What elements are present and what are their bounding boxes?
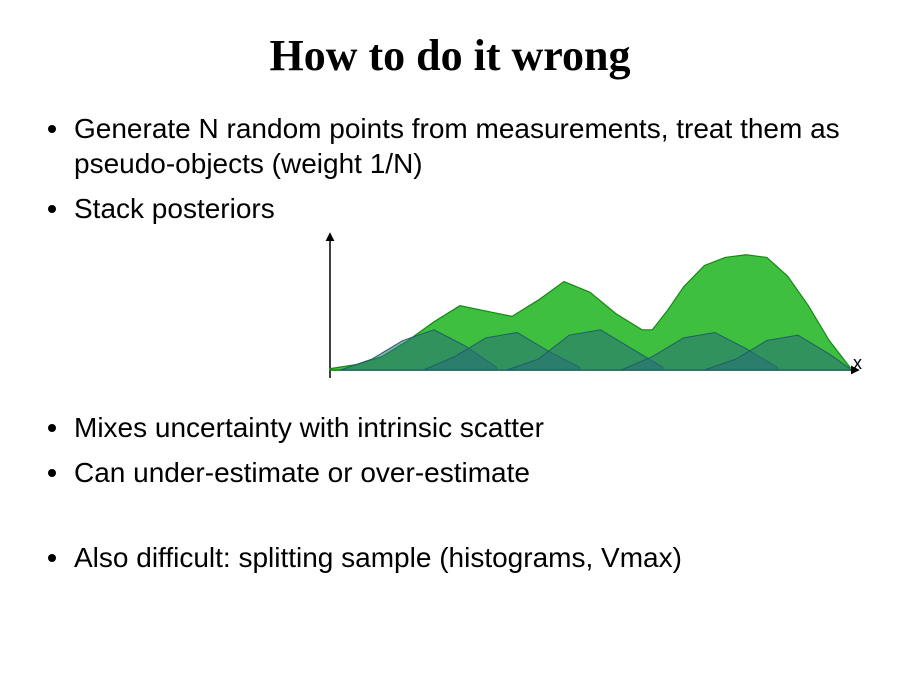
bullet-item: Mixes uncertainty with intrinsic scatter <box>40 410 860 445</box>
slide: How to do it wrong Generate N random poi… <box>0 0 900 675</box>
bullet-item: Can under-estimate or over-estimate <box>40 455 860 490</box>
chart-svg <box>300 230 860 400</box>
spacer <box>40 500 860 530</box>
bullet-list: Generate N random points from measuremen… <box>40 111 860 226</box>
bullet-item: Stack posteriors <box>40 191 860 226</box>
x-axis-label: x <box>853 353 862 374</box>
slide-title: How to do it wrong <box>40 30 860 81</box>
bullet-item: Generate N random points from measuremen… <box>40 111 860 181</box>
bullet-item: Also difficult: splitting sample (histog… <box>40 540 860 575</box>
bullet-list: Also difficult: splitting sample (histog… <box>40 540 860 575</box>
stacked-posteriors-chart: x <box>300 230 860 400</box>
bullet-list: Mixes uncertainty with intrinsic scatter… <box>40 410 860 490</box>
